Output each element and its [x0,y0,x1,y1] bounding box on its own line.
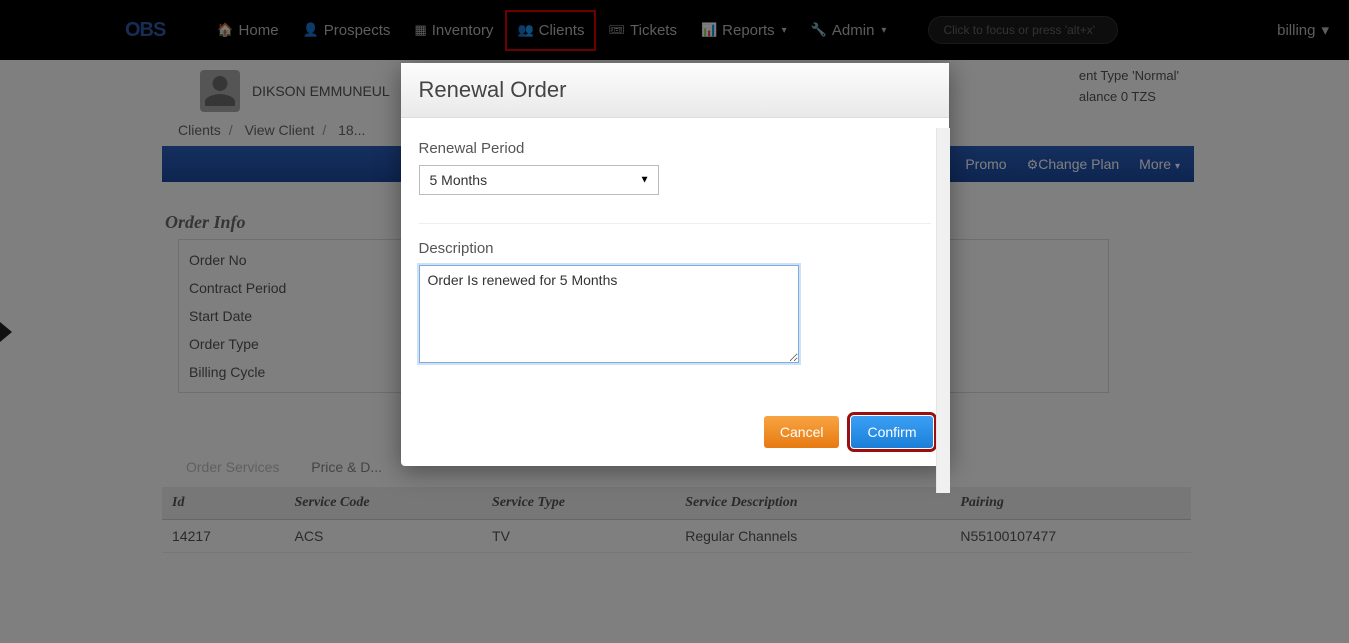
renewal-period-label: Renewal Period [419,140,931,157]
description-input[interactable] [419,265,799,363]
chevron-down-icon: ▼ [640,175,650,186]
modal-title: Renewal Order [419,77,931,103]
renewal-order-modal: Renewal Order Renewal Period 5 Months ▼ … [401,63,949,466]
description-label: Description [419,240,931,257]
modal-header: Renewal Order [401,63,949,118]
divider [419,223,931,224]
renewal-period-value: 5 Months [430,172,488,188]
confirm-button[interactable]: Confirm [851,416,932,448]
modal-footer: Cancel Confirm [401,376,949,466]
modal-scrollbar[interactable] [936,128,950,493]
cancel-button[interactable]: Cancel [764,416,840,448]
renewal-period-select[interactable]: 5 Months ▼ [419,165,659,195]
modal-body: Renewal Period 5 Months ▼ Description [401,118,949,376]
